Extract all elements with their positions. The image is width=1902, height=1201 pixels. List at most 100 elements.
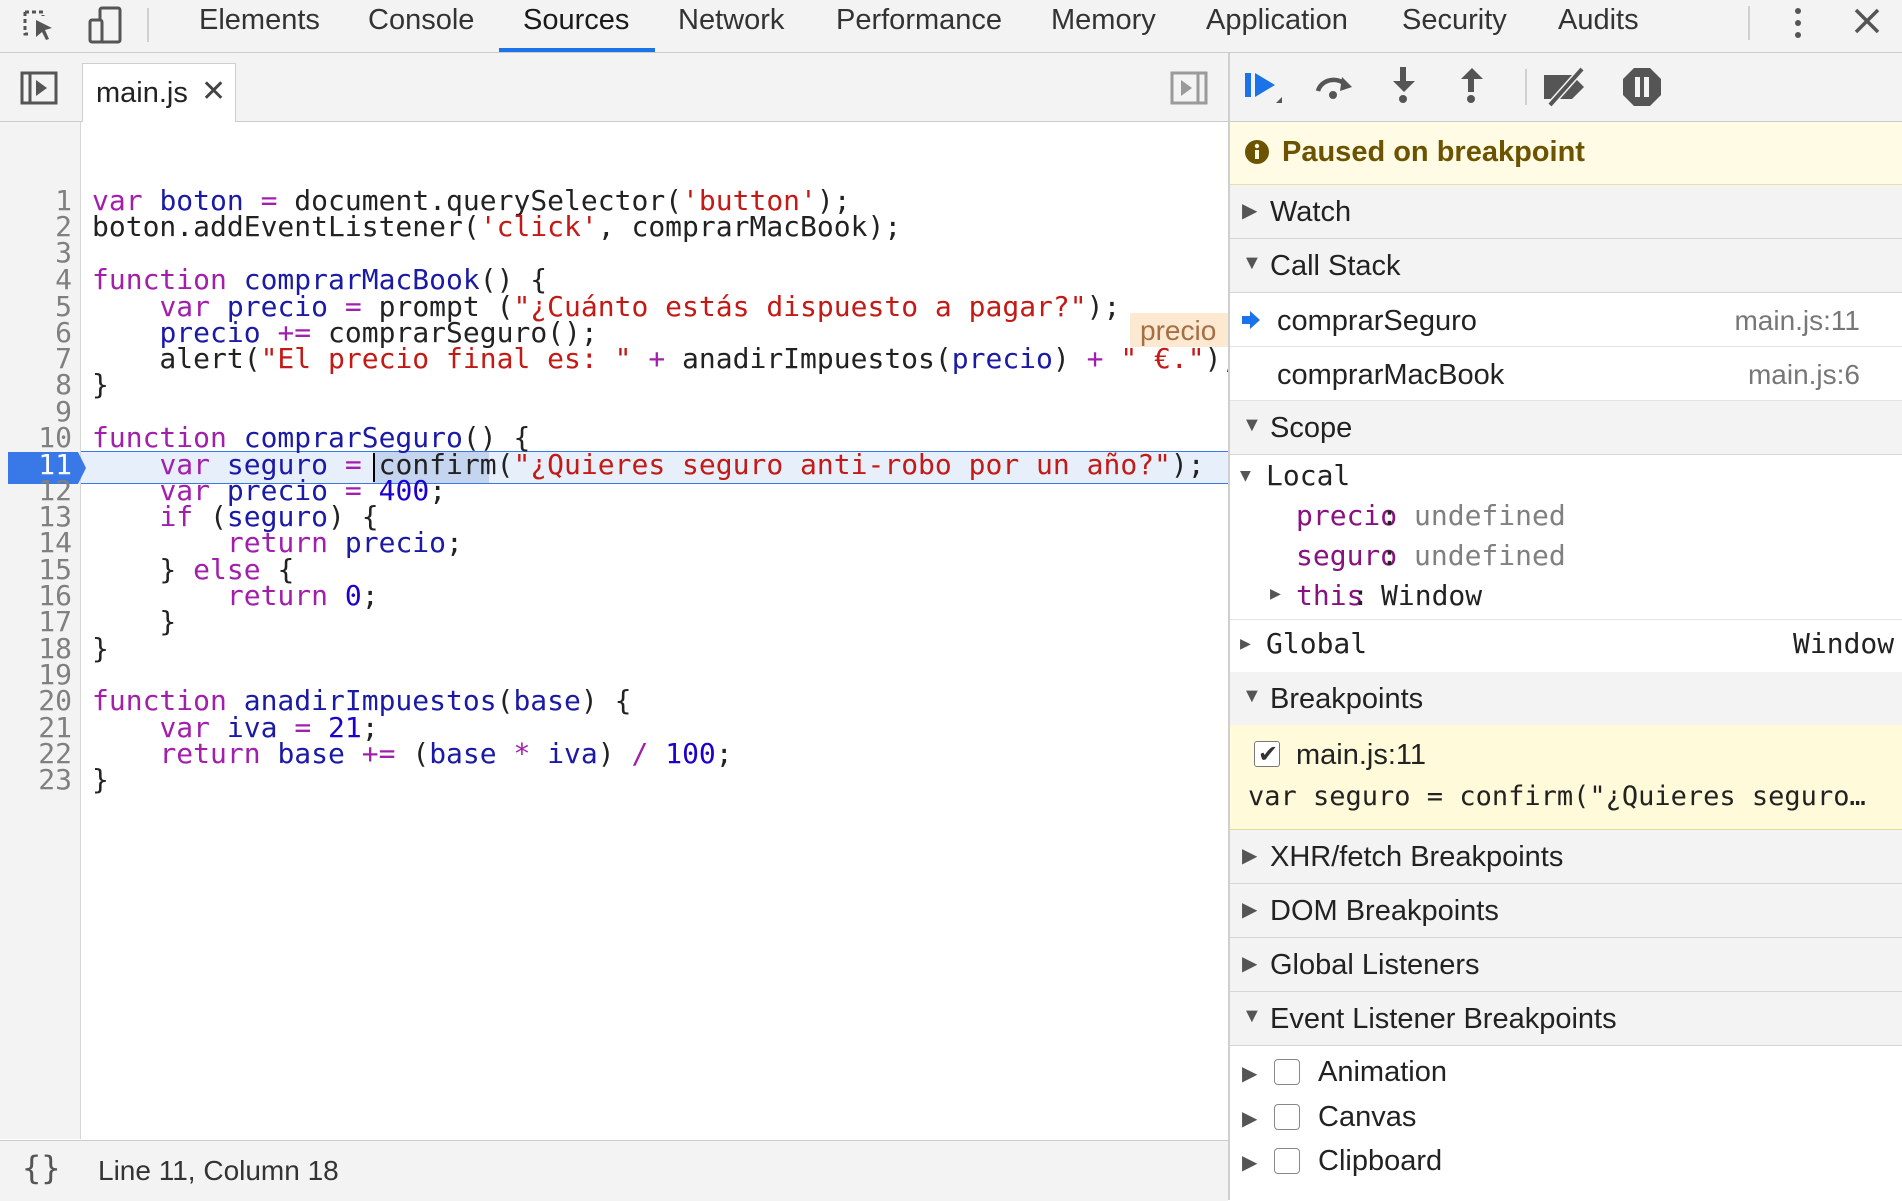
scope-var-value[interactable]: undefined <box>1414 539 1566 572</box>
debugger-sidebar: Paused on breakpoint ▶ Watch ▼ Call Stac… <box>1230 53 1902 1200</box>
close-devtools-icon[interactable] <box>1852 6 1882 36</box>
resume-icon[interactable] <box>1242 65 1286 109</box>
checkmark-icon: ✔ <box>1258 741 1279 768</box>
line-number[interactable]: 23 <box>0 764 72 796</box>
event-listener-category[interactable]: ▶ Animation <box>1230 1051 1902 1095</box>
tab-elements[interactable]: Elements <box>199 0 320 52</box>
breakpoint-snippet: var seguro = confirm("¿Quieres seguro… <box>1248 781 1866 812</box>
call-stack-frame[interactable]: comprarMacBook main.js:6 <box>1230 347 1902 401</box>
device-toolbar-icon[interactable] <box>88 6 124 46</box>
section-watch[interactable]: ▶ Watch <box>1230 185 1902 239</box>
file-tab-main-js[interactable]: main.js ✕ <box>82 63 236 122</box>
section-xhr-breakpoints[interactable]: ▶ XHR/fetch Breakpoints <box>1230 830 1902 884</box>
pause-on-exceptions-icon[interactable] <box>1620 65 1664 109</box>
frame-location[interactable]: main.js:6 <box>1748 359 1860 391</box>
scope-divider <box>1230 619 1902 620</box>
category-label: Animation <box>1318 1056 1447 1088</box>
editor-status-bar: {} Line 11, Column 18 <box>0 1140 1228 1201</box>
scope-local-label[interactable]: Local <box>1266 459 1350 492</box>
section-call-stack[interactable]: ▼ Call Stack <box>1230 239 1902 293</box>
close-tab-icon[interactable]: ✕ <box>201 74 226 109</box>
category-checkbox[interactable] <box>1274 1104 1300 1130</box>
section-breakpoints[interactable]: ▼ Breakpoints <box>1230 672 1902 726</box>
expand-triangle-icon[interactable]: ▶ <box>1242 1150 1257 1175</box>
step-out-icon[interactable] <box>1450 65 1494 109</box>
toolbar-divider <box>1748 6 1750 40</box>
expand-triangle-icon[interactable]: ▶ <box>1240 633 1251 654</box>
category-checkbox[interactable] <box>1274 1059 1300 1085</box>
collapse-triangle-icon: ▼ <box>1242 1005 1262 1027</box>
paused-message: Paused on breakpoint <box>1282 136 1585 168</box>
expand-triangle-icon[interactable]: ▶ <box>1242 1061 1257 1086</box>
frame-name: comprarMacBook <box>1277 359 1505 391</box>
frame-name: comprarSeguro <box>1277 305 1477 337</box>
section-label: Call Stack <box>1270 250 1401 282</box>
collapse-triangle-icon: ▼ <box>1242 252 1262 274</box>
code-line[interactable]: boton.addEventListener('click', comprarM… <box>92 211 901 243</box>
section-label: DOM Breakpoints <box>1270 895 1499 927</box>
scope-tree: ▼ Local precio : undefined seguro : unde… <box>1230 455 1902 675</box>
expand-triangle-icon[interactable]: ▶ <box>1242 1106 1257 1131</box>
expand-triangle-icon: ▶ <box>1242 845 1258 867</box>
current-frame-arrow-icon <box>1242 311 1260 329</box>
code-line[interactable]: } <box>92 764 109 796</box>
breakpoint-item[interactable]: ✔ main.js:11 var seguro = confirm("¿Quie… <box>1230 725 1902 830</box>
pretty-print-icon[interactable]: {} <box>22 1149 61 1187</box>
tab-audits[interactable]: Audits <box>1558 0 1639 52</box>
devtools-toolbar: Elements Console Sources Network Perform… <box>0 0 1902 53</box>
step-into-icon[interactable] <box>1382 65 1426 109</box>
inspect-element-icon[interactable] <box>22 6 58 46</box>
section-scope[interactable]: ▼ Scope <box>1230 401 1902 455</box>
tab-sources[interactable]: Sources <box>523 0 629 52</box>
info-icon <box>1245 140 1269 164</box>
section-global-listeners[interactable]: ▶ Global Listeners <box>1230 938 1902 992</box>
scope-global-label[interactable]: Global <box>1266 627 1367 660</box>
collapse-triangle-icon: ▼ <box>1242 685 1262 707</box>
tab-security[interactable]: Security <box>1402 0 1507 52</box>
tab-performance[interactable]: Performance <box>836 0 1002 52</box>
section-event-listener-breakpoints[interactable]: ▼ Event Listener Breakpoints <box>1230 992 1902 1046</box>
expand-triangle-icon[interactable]: ▶ <box>1270 583 1281 604</box>
more-options-icon[interactable] <box>1786 4 1810 44</box>
breakpoint-checkbox[interactable]: ✔ <box>1254 741 1280 768</box>
section-label: Global Listeners <box>1270 949 1480 981</box>
event-listener-category[interactable]: ▶ Canvas <box>1230 1096 1902 1140</box>
call-stack-frame[interactable]: comprarSeguro main.js:11 <box>1230 293 1902 347</box>
section-label: Scope <box>1270 412 1353 444</box>
tab-network[interactable]: Network <box>678 0 784 52</box>
step-over-icon[interactable] <box>1312 65 1356 109</box>
toggle-debugger-icon[interactable] <box>1170 71 1208 105</box>
cursor-position: Line 11, Column 18 <box>98 1155 339 1186</box>
debugger-toolbar <box>1230 53 1902 122</box>
tab-application[interactable]: Application <box>1206 0 1348 52</box>
code-line[interactable]: } <box>92 369 109 401</box>
expand-triangle-icon: ▶ <box>1242 953 1258 975</box>
section-dom-breakpoints[interactable]: ▶ DOM Breakpoints <box>1230 884 1902 938</box>
section-label: Watch <box>1270 196 1352 228</box>
category-checkbox[interactable] <box>1274 1148 1300 1174</box>
tab-console[interactable]: Console <box>368 0 474 52</box>
toggle-navigator-icon[interactable] <box>20 71 58 105</box>
category-label: Canvas <box>1318 1101 1417 1133</box>
section-label: Breakpoints <box>1270 683 1424 715</box>
scope-var-value[interactable]: undefined <box>1414 499 1566 532</box>
expand-triangle-icon: ▶ <box>1242 899 1258 921</box>
collapse-triangle-icon[interactable]: ▼ <box>1240 465 1251 486</box>
code-line[interactable]: alert("El precio final es: " + anadirImp… <box>92 343 1238 375</box>
scope-global-value: Window <box>1793 627 1895 660</box>
toolbar-divider <box>1525 69 1527 105</box>
section-label: Event Listener Breakpoints <box>1270 1003 1617 1035</box>
scope-colon: : <box>1381 499 1398 532</box>
scope-this-value[interactable]: Window <box>1381 579 1482 612</box>
tab-memory[interactable]: Memory <box>1051 0 1156 52</box>
source-editor-pane: main.js ✕ precio 1 2 3 4 5 6 7 8 9 10 11 12 13 14 15 16… <box>0 53 1238 1201</box>
file-tab-label: main.js <box>96 77 188 109</box>
code-line[interactable]: } <box>92 633 109 665</box>
file-tab-bar: main.js ✕ <box>0 53 1228 122</box>
deactivate-breakpoints-icon[interactable] <box>1542 65 1592 109</box>
expand-triangle-icon: ▶ <box>1242 200 1258 222</box>
event-listener-category[interactable]: ▶ Clipboard <box>1230 1140 1902 1184</box>
active-tab-indicator <box>499 48 655 52</box>
code-line[interactable]: return base += (base * iva) / 100; <box>92 738 732 770</box>
frame-location[interactable]: main.js:11 <box>1734 305 1860 337</box>
